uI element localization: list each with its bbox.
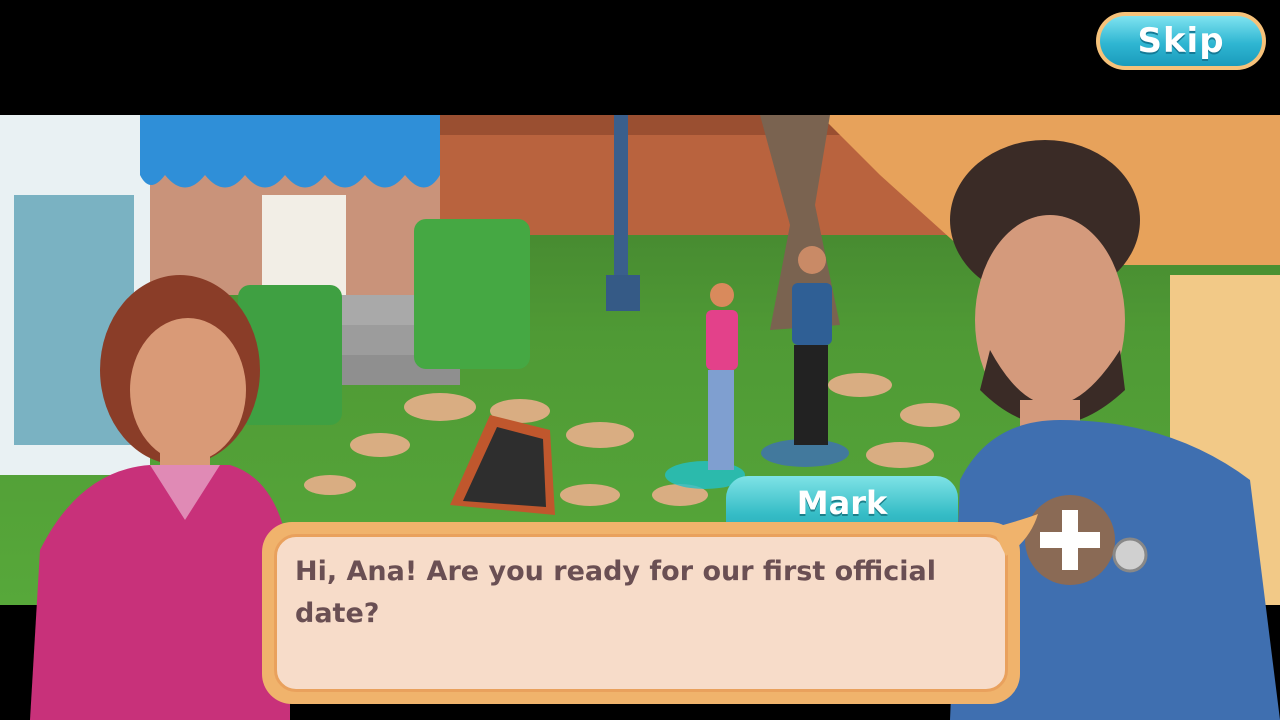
dialog-tail-icon <box>992 514 1038 556</box>
speaker-name: Mark <box>796 484 888 522</box>
blue-awning <box>140 115 440 188</box>
skip-button[interactable]: Skip <box>1096 12 1266 70</box>
dialog-text: Hi, Ana! Are you ready for our first off… <box>295 556 937 629</box>
hedge-right <box>414 219 530 369</box>
dialog-inner: Hi, Ana! Are you ready for our first off… <box>274 534 1008 692</box>
lamp-post <box>614 115 628 285</box>
skip-label: Skip <box>1100 16 1262 66</box>
dialog-box[interactable]: Hi, Ana! Are you ready for our first off… <box>262 522 1020 704</box>
character-ana-small <box>665 283 745 489</box>
ana-portrait <box>30 275 290 720</box>
